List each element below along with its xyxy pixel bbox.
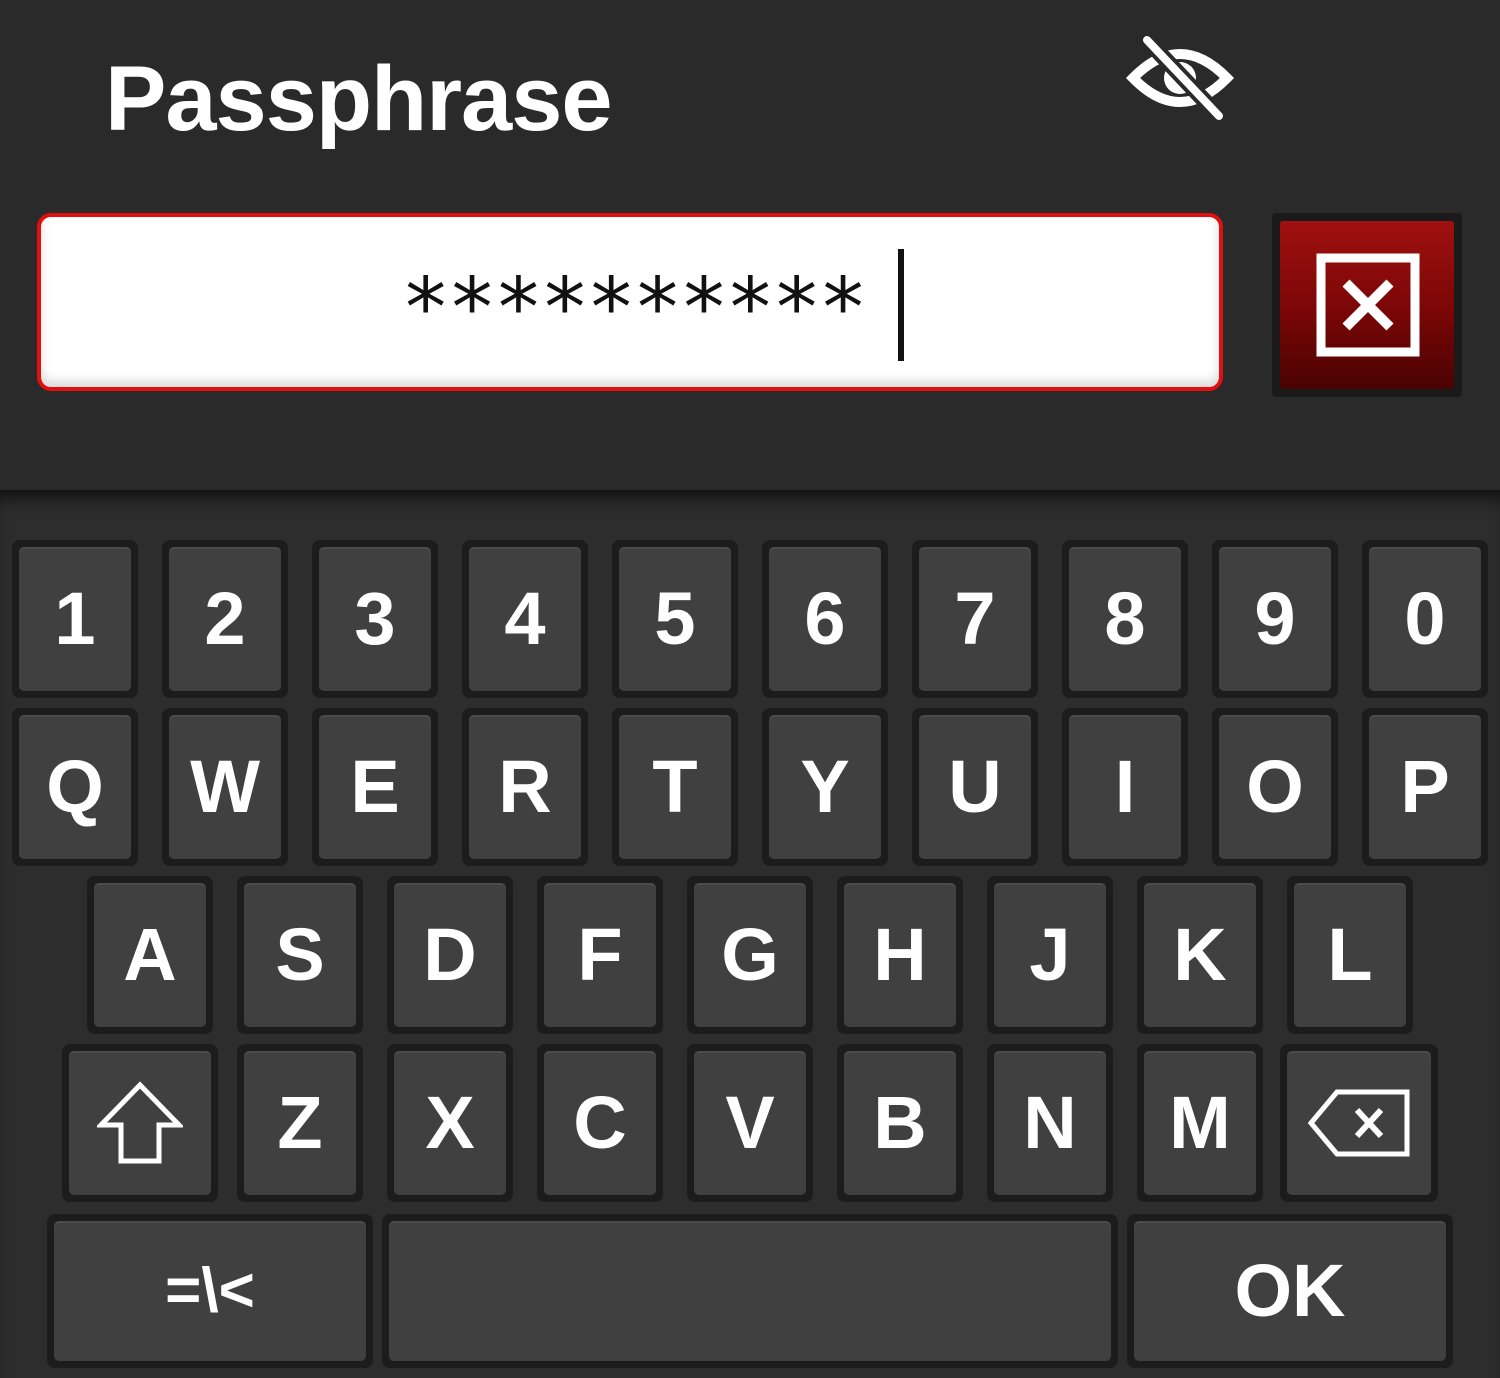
key-e[interactable]: E: [312, 708, 438, 866]
key-m[interactable]: M: [1137, 1044, 1263, 1202]
key-r[interactable]: R: [462, 708, 588, 866]
key-d[interactable]: D: [387, 876, 513, 1034]
key-v[interactable]: V: [687, 1044, 813, 1202]
shift-key-face: [69, 1051, 211, 1195]
key-5[interactable]: 5: [612, 540, 738, 698]
key-9[interactable]: 9: [1212, 540, 1338, 698]
shift-up-arrow-icon: [97, 1081, 183, 1164]
key-2[interactable]: 2: [162, 540, 288, 698]
key-j[interactable]: J: [987, 876, 1113, 1034]
shift-key[interactable]: [62, 1044, 218, 1202]
key-7[interactable]: 7: [912, 540, 1038, 698]
key-h[interactable]: H: [837, 876, 963, 1034]
key-i[interactable]: I: [1062, 708, 1188, 866]
clear-button-face: [1280, 221, 1454, 389]
key-n[interactable]: N: [987, 1044, 1113, 1202]
close-box-icon: [1316, 253, 1420, 357]
text-caret: [898, 249, 904, 361]
key-z[interactable]: Z: [237, 1044, 363, 1202]
key-w[interactable]: W: [162, 708, 288, 866]
key-3[interactable]: 3: [312, 540, 438, 698]
backspace-key-face: [1287, 1051, 1431, 1195]
key-f[interactable]: F: [537, 876, 663, 1034]
key-b[interactable]: B: [837, 1044, 963, 1202]
space-key[interactable]: [382, 1214, 1118, 1368]
key-6[interactable]: 6: [762, 540, 888, 698]
key-k[interactable]: K: [1137, 876, 1263, 1034]
key-u[interactable]: U: [912, 708, 1038, 866]
backspace-icon: [1307, 1089, 1410, 1157]
key-o[interactable]: O: [1212, 708, 1338, 866]
passphrase-header: Passphrase **********: [0, 0, 1500, 490]
key-l[interactable]: L: [1287, 876, 1413, 1034]
key-8[interactable]: 8: [1062, 540, 1188, 698]
key-a[interactable]: A: [87, 876, 213, 1034]
key-p[interactable]: P: [1362, 708, 1488, 866]
eye-slash-icon[interactable]: [1125, 30, 1235, 125]
key-g[interactable]: G: [687, 876, 813, 1034]
passphrase-masked-value: **********: [401, 261, 868, 356]
key-0[interactable]: 0: [1362, 540, 1488, 698]
page-title: Passphrase: [105, 48, 613, 150]
key-y[interactable]: Y: [762, 708, 888, 866]
symbols-key[interactable]: =\<: [47, 1214, 373, 1368]
key-x[interactable]: X: [387, 1044, 513, 1202]
key-q[interactable]: Q: [12, 708, 138, 866]
key-4[interactable]: 4: [462, 540, 588, 698]
passphrase-input[interactable]: **********: [37, 213, 1223, 391]
key-1[interactable]: 1: [12, 540, 138, 698]
key-t[interactable]: T: [612, 708, 738, 866]
on-screen-keyboard: 1 2 3 4 5 6 7 8 9 0 Q W E R T Y U I O P …: [0, 490, 1500, 1378]
ok-button[interactable]: OK: [1127, 1214, 1453, 1368]
backspace-key[interactable]: [1280, 1044, 1438, 1202]
clear-input-button[interactable]: [1272, 213, 1462, 397]
key-s[interactable]: S: [237, 876, 363, 1034]
key-c[interactable]: C: [537, 1044, 663, 1202]
